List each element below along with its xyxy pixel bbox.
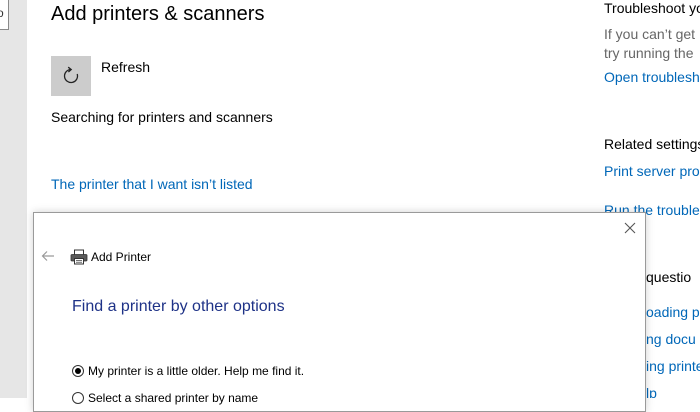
option-older-printer[interactable]: My printer is a little older. Help me fi… [72, 364, 304, 378]
left-navigation-strip: o [0, 0, 27, 398]
left-strip-button[interactable]: o [0, 0, 9, 30]
troubleshoot-text-line-2: try running the [604, 45, 694, 61]
print-server-properties-link[interactable]: Print server prop [604, 163, 700, 179]
option-shared-printer-label: Select a shared printer by name [88, 391, 259, 405]
dialog-heading: Find a printer by other options [72, 298, 285, 315]
troubleshoot-text-line-1: If you can’t get [604, 26, 696, 42]
dialog-title: Add Printer [91, 250, 152, 264]
page-title: Add printers & scanners [51, 3, 265, 25]
help-link-printers[interactable]: ing printe [646, 358, 700, 374]
add-printer-dialog: Add Printer Find a printer by other opti… [33, 212, 646, 412]
open-troubleshooter-link[interactable]: Open troublesh [604, 69, 700, 85]
printer-not-listed-link[interactable]: The printer that I want isn’t listed [51, 176, 253, 192]
radio-button-selected[interactable] [72, 365, 84, 377]
help-link-documents[interactable]: ng docu [646, 331, 696, 347]
option-shared-printer[interactable]: Select a shared printer by name [72, 391, 258, 405]
radio-dot [75, 368, 81, 374]
help-link-downloading[interactable]: oading pr [646, 304, 700, 320]
questions-heading: questio [646, 269, 692, 285]
troubleshoot-heading: Troubleshoot yo [604, 0, 700, 16]
close-icon[interactable] [623, 221, 637, 235]
related-settings-heading: Related settings [604, 136, 700, 152]
refresh-icon [63, 66, 79, 84]
refresh-button[interactable] [51, 56, 91, 96]
back-arrow-icon[interactable] [41, 250, 55, 262]
left-strip-glyph-icon: o [0, 6, 4, 20]
printer-icon [70, 249, 88, 265]
option-older-printer-label: My printer is a little older. Help me fi… [88, 364, 305, 378]
radio-button-unselected[interactable] [72, 392, 84, 404]
help-link-help[interactable]: lp [646, 385, 657, 398]
refresh-label[interactable]: Refresh [101, 59, 150, 75]
search-status-text: Searching for printers and scanners [51, 109, 273, 125]
